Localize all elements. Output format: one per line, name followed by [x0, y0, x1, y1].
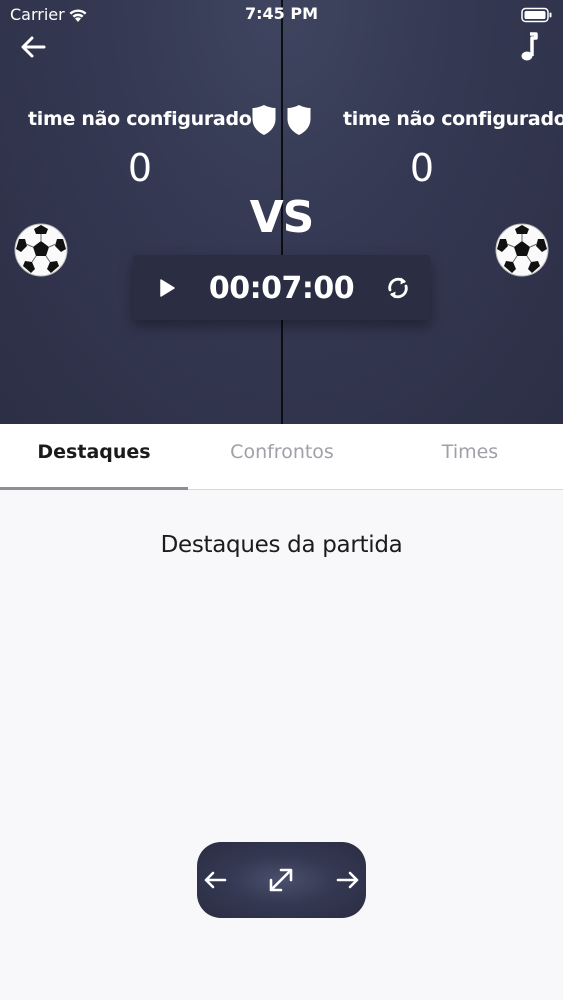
- team-right-score: 0: [409, 146, 435, 190]
- clock: 7:45 PM: [244, 4, 318, 23]
- section-title: Destaques da partida: [160, 532, 403, 558]
- tab-confrontos[interactable]: Confrontos: [188, 424, 376, 490]
- soccer-ball-icon[interactable]: [494, 222, 550, 278]
- battery-icon: [521, 7, 552, 23]
- vs-label: VS: [249, 192, 315, 243]
- team-left-score: 0: [127, 146, 153, 190]
- expand-icon[interactable]: [266, 865, 296, 895]
- active-tab-indicator: [0, 487, 188, 490]
- team-left-name[interactable]: time não configurado: [28, 108, 252, 130]
- match-timer: 00:07:00: [133, 255, 430, 320]
- arrow-left-icon[interactable]: [18, 32, 48, 62]
- soccer-ball-icon[interactable]: [13, 222, 69, 278]
- shield-icon[interactable]: [286, 104, 312, 136]
- team-right-name[interactable]: time não configurado: [343, 108, 563, 130]
- arrow-left-icon[interactable]: [200, 865, 230, 895]
- arrow-right-icon[interactable]: [333, 865, 363, 895]
- status-bar: Carrier 7:45 PM: [0, 0, 563, 30]
- shield-icon[interactable]: [251, 104, 277, 136]
- music-note-icon[interactable]: [515, 30, 545, 64]
- tab-bar: Destaques Confrontos Times: [0, 424, 563, 490]
- tab-times[interactable]: Times: [376, 424, 563, 490]
- scoreboard-header: Carrier 7:45 PM time não configurado tim…: [0, 0, 563, 424]
- refresh-icon[interactable]: [383, 273, 413, 303]
- highlight-navigation: [197, 842, 366, 918]
- tab-destaques[interactable]: Destaques: [0, 424, 188, 490]
